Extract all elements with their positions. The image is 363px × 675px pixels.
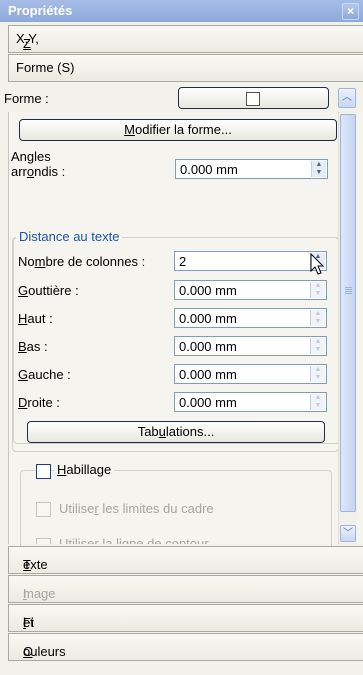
bottom-spinner[interactable]: 0.000 mm ▲ ▼: [174, 336, 327, 356]
section-xyz[interactable]: X,Y, Z: [8, 25, 363, 53]
tabs-button[interactable]: Tabulations...: [27, 421, 325, 443]
section-xyz-label: X,Y, Z: [16, 31, 39, 51]
modify-shape-button[interactable]: Modifier la forme...: [19, 119, 337, 141]
distance-group-title: Distance au texte: [16, 229, 123, 244]
scrollbar-grip-icon: [345, 287, 352, 288]
scrollbar-thumb[interactable]: [340, 114, 356, 512]
rounded-corners-label: Angles arrondis :: [11, 149, 66, 179]
window-title: Propriétés: [8, 3, 73, 18]
rounded-corners-value: 0.000 mm: [180, 162, 238, 177]
spinner-arrows-icon[interactable]: ▲▼: [311, 161, 326, 177]
gutter-label: Gouttière :: [18, 283, 79, 298]
right-value: 0.000 mm: [179, 395, 237, 410]
use-contour-checkbox[interactable]: [36, 538, 51, 544]
left-spinner[interactable]: 0.000 mm ▲ ▼: [174, 364, 327, 384]
section-image[interactable]: Image: [8, 575, 363, 603]
use-contour-label: Utiliser la ligne de contour: [59, 536, 209, 544]
spinner-arrows-icon[interactable]: ▲▼: [310, 282, 325, 298]
forme-label: Forme :: [4, 91, 49, 106]
section-filet[interactable]: Fi l et: [8, 604, 363, 632]
close-icon: ×: [346, 4, 354, 18]
tabs-button-label: Tabulations...: [137, 424, 215, 439]
modify-shape-label: Modifier la forme...: [124, 122, 232, 137]
bottom-value: 0.000 mm: [179, 339, 237, 354]
scroll-down-button[interactable]: ﹀: [340, 525, 356, 542]
gutter-value: 0.000 mm: [179, 283, 237, 298]
section-texte[interactable]: Texte: [8, 546, 363, 574]
right-label: Droite :: [18, 395, 60, 410]
chevron-down-icon: ﹀: [343, 528, 353, 539]
chevron-up-icon: ︿: [342, 92, 352, 103]
rounded-corners-spinner[interactable]: 0.000 mm ▲ ▼: [175, 159, 328, 179]
section-forme-label: Forme (S): [16, 60, 75, 75]
top-label: Haut :: [18, 311, 53, 326]
section-couleurs[interactable]: Couleurs: [8, 633, 363, 661]
spinner-arrows-icon[interactable]: ▲▼: [310, 394, 325, 410]
use-frame-limits-checkbox[interactable]: [36, 502, 51, 517]
columns-value: 2: [179, 254, 187, 269]
spinner-arrows-icon[interactable]: ▲▼: [310, 310, 325, 326]
shape-button[interactable]: [178, 87, 329, 109]
top-value: 0.000 mm: [179, 311, 237, 326]
wrap-label: Habillage: [54, 462, 115, 477]
top-spinner[interactable]: 0.000 mm ▲ ▼: [174, 308, 327, 328]
section-forme[interactable]: Forme (S): [8, 54, 363, 82]
properties-window: Propriétés × X,Y, Z Forme (S) Forme : ︿ M…: [0, 0, 363, 675]
wrap-checkbox[interactable]: [36, 464, 51, 479]
vertical-scrollbar[interactable]: ﹀: [338, 112, 357, 544]
left-value: 0.000 mm: [179, 367, 237, 382]
square-shape-icon: [246, 92, 260, 106]
right-spinner[interactable]: 0.000 mm ▲ ▼: [174, 392, 327, 412]
left-label: Gauche :: [18, 367, 71, 382]
mouse-pointer-icon: [310, 253, 325, 275]
columns-label: Nombre de colonnes :: [18, 254, 146, 269]
close-button[interactable]: ×: [342, 3, 359, 20]
gutter-spinner[interactable]: 0.000 mm ▲ ▼: [174, 280, 327, 300]
spinner-arrows-icon[interactable]: ▲▼: [310, 366, 325, 382]
use-frame-limits-label: Utiliser les limites du cadre: [59, 501, 214, 516]
columns-spinner[interactable]: 2 ▲▼: [174, 251, 327, 271]
title-bar: Propriétés ×: [0, 0, 363, 22]
spinner-arrows-icon[interactable]: ▲▼: [310, 338, 325, 354]
shape-dropdown-button[interactable]: ︿: [338, 88, 356, 108]
bottom-label: Bas :: [18, 339, 48, 354]
